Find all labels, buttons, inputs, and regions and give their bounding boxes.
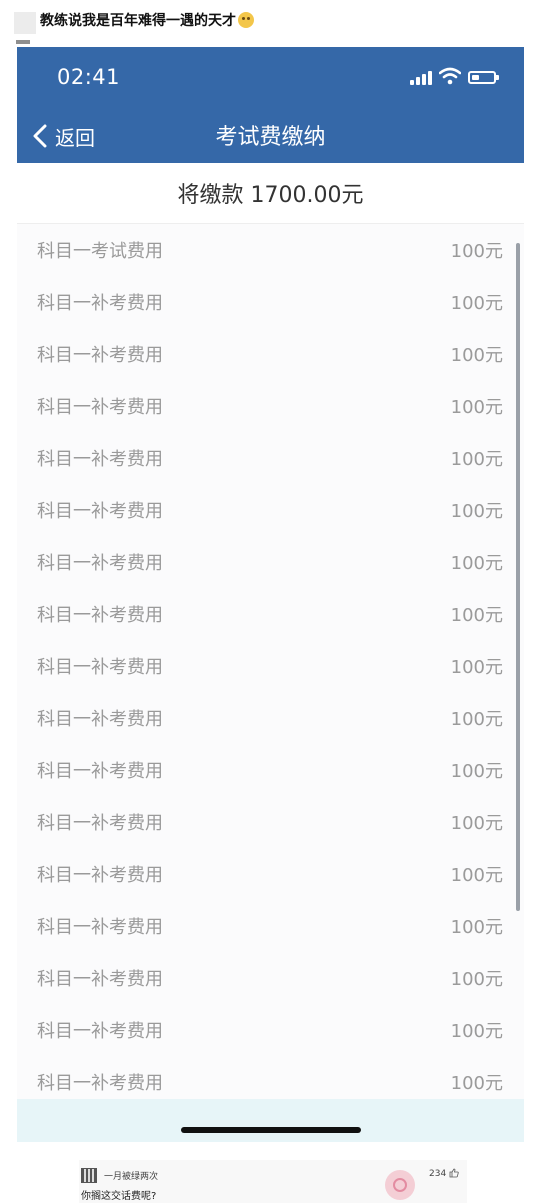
status-time: 02:41 bbox=[57, 65, 121, 89]
bottom-safe-area bbox=[17, 1099, 524, 1142]
page-title: 考试费缴纳 bbox=[215, 125, 326, 150]
fee-amount: 100元 bbox=[450, 241, 503, 262]
fee-amount: 100元 bbox=[450, 605, 503, 626]
fee-row[interactable]: 科目一补考费用 100元 bbox=[17, 537, 524, 589]
fee-amount: 100元 bbox=[450, 1073, 503, 1094]
phone-screenshot: 02:41 返回 考试费缴纳 将缴款 1700.00元 科目一考试费用 100元 bbox=[17, 47, 524, 1142]
fee-row[interactable]: 科目一补考费用 100元 bbox=[17, 329, 524, 381]
fee-label: 科目一补考费用 bbox=[37, 293, 163, 314]
wifi-icon bbox=[439, 67, 461, 85]
fee-amount: 100元 bbox=[450, 917, 503, 938]
fee-amount: 100元 bbox=[450, 813, 503, 834]
fee-label: 科目一补考费用 bbox=[37, 761, 163, 782]
sticker-stamp-icon bbox=[385, 1170, 415, 1200]
fee-row[interactable]: 科目一补考费用 100元 bbox=[17, 589, 524, 641]
fee-label: 科目一补考费用 bbox=[37, 709, 163, 730]
fee-label: 科目一补考费用 bbox=[37, 657, 163, 678]
commenter-avatar[interactable] bbox=[81, 1168, 97, 1183]
fee-row[interactable]: 科目一补考费用 100元 bbox=[17, 901, 524, 953]
fee-amount: 100元 bbox=[450, 761, 503, 782]
battery-icon bbox=[468, 71, 499, 84]
commenter-name[interactable]: 一月被绿两次 bbox=[104, 1169, 158, 1182]
avatar-underline bbox=[16, 40, 30, 44]
fee-label: 科目一补考费用 bbox=[37, 345, 163, 366]
fee-label: 科目一补考费用 bbox=[37, 553, 163, 574]
fee-row[interactable]: 科目一补考费用 100元 bbox=[17, 485, 524, 537]
fee-row[interactable]: 科目一补考费用 100元 bbox=[17, 433, 524, 485]
home-indicator[interactable] bbox=[181, 1127, 361, 1133]
fee-amount: 100元 bbox=[450, 501, 503, 522]
fee-label: 科目一补考费用 bbox=[37, 969, 163, 990]
comment-text: 你搁这交话费呢? bbox=[81, 1191, 157, 1202]
fee-row[interactable]: 科目一补考费用 100元 bbox=[17, 641, 524, 693]
signal-icon bbox=[410, 71, 432, 85]
poster-avatar[interactable] bbox=[14, 12, 36, 34]
fee-list: 科目一考试费用 100元 科目一补考费用 100元 科目一补考费用 100元 科目一补… bbox=[17, 225, 524, 1109]
fee-amount: 100元 bbox=[450, 449, 503, 470]
post-title: 教练说我是百年难得一遇的天才 bbox=[40, 12, 254, 30]
fee-row[interactable]: 科目一补考费用 100元 bbox=[17, 797, 524, 849]
fee-row[interactable]: 科目一补考费用 100元 bbox=[17, 745, 524, 797]
payment-summary: 将缴款 1700.00元 bbox=[17, 163, 524, 224]
fee-amount: 100元 bbox=[450, 657, 503, 678]
fee-amount: 100元 bbox=[450, 709, 503, 730]
smile-emoji-icon bbox=[238, 12, 254, 28]
post-title-text: 教练说我是百年难得一遇的天才 bbox=[40, 13, 236, 29]
fee-label: 科目一补考费用 bbox=[37, 917, 163, 938]
fee-label: 科目一补考费用 bbox=[37, 1073, 163, 1094]
fee-label: 科目一补考费用 bbox=[37, 501, 163, 522]
fee-amount: 100元 bbox=[450, 865, 503, 886]
scrollbar[interactable] bbox=[516, 243, 520, 911]
fee-row[interactable]: 科目一补考费用 100元 bbox=[17, 693, 524, 745]
fee-amount: 100元 bbox=[450, 553, 503, 574]
fee-label: 科目一补考费用 bbox=[37, 605, 163, 626]
fee-amount: 100元 bbox=[450, 397, 503, 418]
fee-row[interactable]: 科目一补考费用 100元 bbox=[17, 849, 524, 901]
fee-row[interactable]: 科目一考试费用 100元 bbox=[17, 225, 524, 277]
fee-amount: 100元 bbox=[450, 969, 503, 990]
comment-card: 一月被绿两次 你搁这交话费呢? 234 bbox=[79, 1160, 467, 1203]
fee-label: 科目一考试费用 bbox=[37, 241, 163, 262]
fee-row[interactable]: 科目一补考费用 100元 bbox=[17, 381, 524, 433]
fee-label: 科目一补考费用 bbox=[37, 449, 163, 470]
fee-amount: 100元 bbox=[450, 345, 503, 366]
like-count: 234 bbox=[429, 1169, 447, 1179]
thumbs-up-icon[interactable] bbox=[449, 1168, 459, 1178]
app-bar: 02:41 返回 考试费缴纳 bbox=[17, 47, 524, 163]
fee-row[interactable]: 科目一补考费用 100元 bbox=[17, 953, 524, 1005]
post-header: 教练说我是百年难得一遇的天才 bbox=[0, 0, 546, 46]
fee-label: 科目一补考费用 bbox=[37, 1021, 163, 1042]
fee-label: 科目一补考费用 bbox=[37, 813, 163, 834]
fee-row[interactable]: 科目一补考费用 100元 bbox=[17, 1005, 524, 1057]
fee-label: 科目一补考费用 bbox=[37, 397, 163, 418]
total-amount: 将缴款 1700.00元 bbox=[177, 183, 364, 208]
fee-amount: 100元 bbox=[450, 293, 503, 314]
fee-row[interactable]: 科目一补考费用 100元 bbox=[17, 277, 524, 329]
fee-label: 科目一补考费用 bbox=[37, 865, 163, 886]
fee-amount: 100元 bbox=[450, 1021, 503, 1042]
